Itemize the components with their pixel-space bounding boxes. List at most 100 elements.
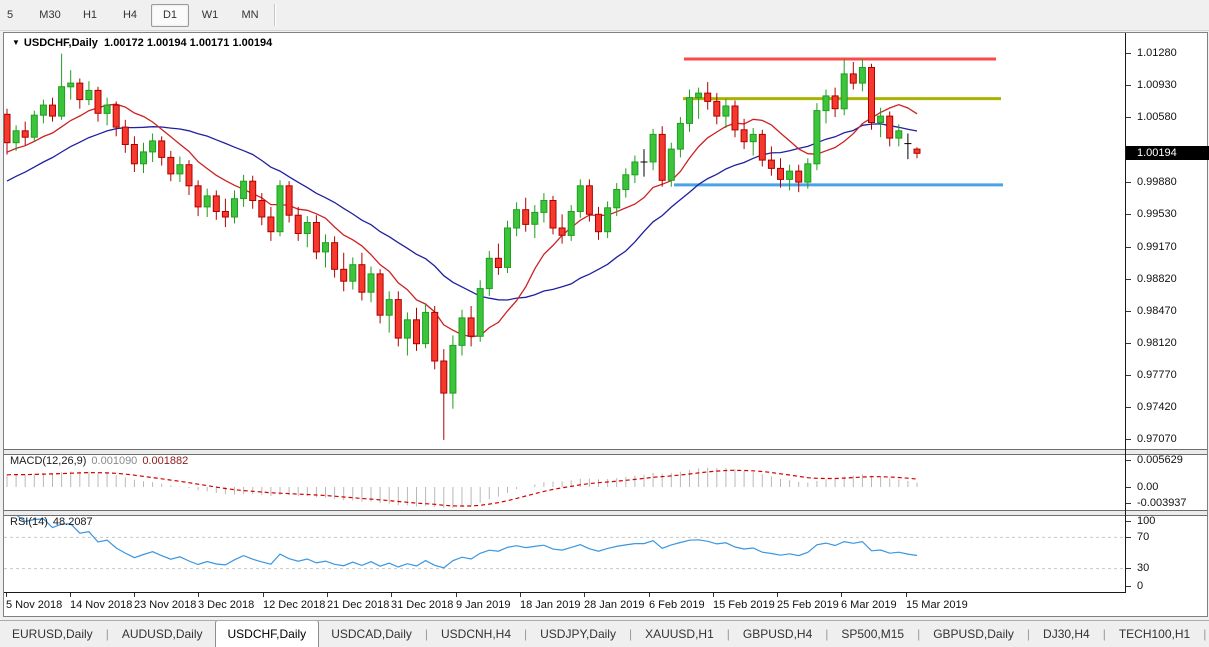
timeframe-button-mn[interactable]: MN [231,4,269,27]
chart-tab-eurusd[interactable]: EURUSD,Daily [0,621,105,647]
rsi-panel[interactable]: RSI(14)48.2087 [4,514,1125,592]
chart-tab-gbpusd[interactable]: GBPUSD,H4 [731,621,824,647]
candle-body [286,186,292,215]
candle-body [796,171,802,182]
date-axis-tick [649,593,650,597]
candle-body [323,243,329,252]
candle-body [759,134,765,160]
candle-body [13,131,19,143]
date-axis-tick [263,593,264,597]
candle-body [532,212,538,224]
candle-body [677,123,683,149]
timeframe-button-d1[interactable]: D1 [151,4,189,27]
main-chart-panel[interactable] [4,33,1125,449]
date-axis-label: 12 Dec 2018 [263,599,325,611]
rsi-axis-tick [1126,568,1131,569]
rsi-axis-tick [1126,521,1131,522]
candle-body [705,93,711,101]
candle-body [887,116,893,138]
rsi-axis-label: 0 [1137,580,1143,592]
price-axis-tick [1126,439,1131,440]
candle-body [623,175,629,190]
macd-axis-label: -0.003937 [1137,497,1187,509]
date-axis-label: 6 Feb 2019 [649,599,705,611]
candle-body [368,274,374,292]
chart-tab-usdjpy[interactable]: USDJPY,Daily [528,621,628,647]
price-axis-label: 0.99530 [1137,208,1177,220]
date-axis-label: 21 Dec 2018 [327,599,389,611]
candle-body [204,196,210,207]
timeframe-button-w1[interactable]: W1 [191,4,229,27]
chart-tab-usdchf[interactable]: USDCHF,Daily [215,620,320,647]
candle-body [22,131,28,137]
date-axis-label: 9 Jan 2019 [456,599,510,611]
macd-axis-tick [1126,460,1131,461]
rsi-axis-tick [1126,586,1131,587]
macd-signal-value: 0.001882 [142,455,188,467]
candle-body [869,68,875,123]
chart-tab-usdcad[interactable]: USDCAD,Daily [319,621,424,647]
chart-dropdown-icon[interactable]: ▼ [12,38,20,47]
timeframe-button-5[interactable]: 5 [0,4,29,27]
candle-body [805,164,811,182]
chart-tab-gbpusd[interactable]: GBPUSD,Daily [921,621,1026,647]
chart-tab-usdcnh[interactable]: USDCNH,H4 [429,621,523,647]
date-axis-tick [906,593,907,597]
rsi-axis-tick [1126,537,1131,538]
candle-body [241,181,247,198]
timeframe-button-h1[interactable]: H1 [71,4,109,27]
rsi-label: RSI(14)48.2087 [10,516,93,528]
rsi-axis-label: 30 [1137,562,1149,574]
date-axis: 5 Nov 201814 Nov 201823 Nov 20183 Dec 20… [4,592,1125,616]
chart-symbol-label: USDCHF,Daily [24,37,98,49]
candle-body [523,210,529,225]
candle-body [823,96,829,111]
date-axis-tick [327,593,328,597]
rsi-line [7,515,917,568]
candle-body [832,96,838,109]
timeframe-button-m30[interactable]: M30 [31,4,69,27]
price-axis-separator [1125,33,1126,593]
macd-panel[interactable]: MACD(12,26,9)0.0010900.001882 [4,453,1125,510]
price-axis-tick [1126,311,1131,312]
candle-body [95,90,101,113]
candle-body [605,208,611,232]
candle-body [714,101,720,116]
chart-tab-dj30[interactable]: DJ30,H4 [1031,621,1102,647]
candle-body [40,105,46,115]
candle-body [386,300,392,316]
chart-window: ▼ USDCHF,Daily 1.00172 1.00194 1.00171 1.… [3,32,1208,617]
candle-body [295,215,301,233]
price-axis: 1.012801.009301.005800.998800.995300.991… [1126,33,1207,616]
timeframe-button-h4[interactable]: H4 [111,4,149,27]
candle-body [195,186,201,207]
price-axis-label: 1.00580 [1137,111,1177,123]
rsi-axis-label: 70 [1137,531,1149,543]
date-axis-label: 6 Mar 2019 [841,599,897,611]
date-axis-label: 3 Dec 2018 [198,599,254,611]
candle-body [77,83,83,100]
price-axis-label: 0.98120 [1137,337,1177,349]
candle-body [31,115,37,137]
price-axis-tick [1126,247,1131,248]
macd-label: MACD(12,26,9)0.0010900.001882 [10,455,188,467]
date-axis-label: 31 Dec 2018 [391,599,453,611]
price-axis-label: 0.97420 [1137,401,1177,413]
price-axis-tick [1126,182,1131,183]
candle-body [568,212,574,236]
candle-body [495,258,501,267]
date-axis-tick [584,593,585,597]
candle-body [277,186,283,232]
chart-tab-sp500[interactable]: SP500,M15 [829,621,916,647]
panel-splitter-2[interactable] [4,510,1207,516]
chart-tab-audusd[interactable]: AUDUSD,Daily [110,621,215,647]
chart-ohlc-values: 1.00172 1.00194 1.00171 1.00194 [104,37,272,49]
chart-tab-xauusd[interactable]: XAUUSD,H1 [633,621,726,647]
panel-splitter-1[interactable] [4,449,1207,455]
chart-tab-tech100[interactable]: TECH100,H1 [1107,621,1202,647]
price-axis-tick [1126,117,1131,118]
candle-body [859,68,865,84]
date-axis-label: 25 Feb 2019 [777,599,839,611]
candle-body [359,265,365,293]
candle-body [186,165,192,186]
